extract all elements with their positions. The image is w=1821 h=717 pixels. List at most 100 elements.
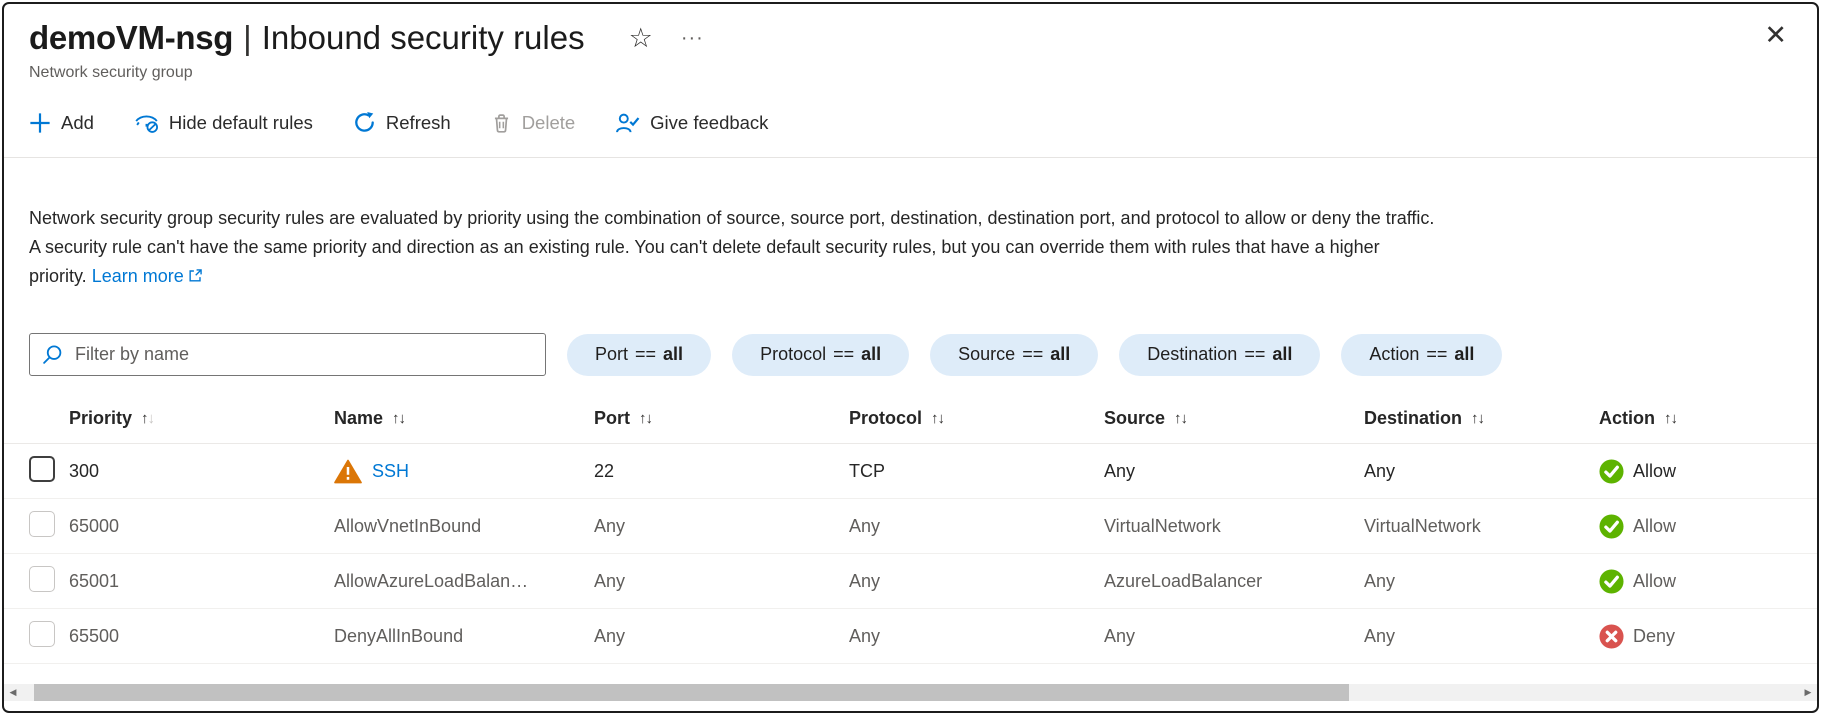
cell-name: AllowVnetInBound	[334, 516, 594, 537]
table-row[interactable]: 65500 DenyAllInBound Any Any Any Any Den…	[4, 609, 1817, 664]
cell-name: AllowAzureLoadBalan…	[334, 571, 594, 592]
cell-port: Any	[594, 570, 626, 591]
cell-name: SSH	[334, 459, 594, 484]
cell-source: AzureLoadBalancer	[1104, 570, 1263, 591]
sort-icon: ↑↓	[1174, 409, 1188, 427]
hide-default-rules-label: Hide default rules	[168, 111, 313, 133]
scroll-left-button[interactable]: ◀	[4, 684, 22, 701]
cell-destination: Any	[1364, 460, 1396, 481]
cell-checkbox	[29, 510, 69, 542]
cell-priority: 300	[69, 460, 100, 481]
filter-bar: Port==all Protocol==all Source==all Dest…	[29, 333, 1817, 376]
allow-icon	[1599, 458, 1624, 484]
add-button[interactable]: Add	[29, 112, 94, 134]
filter-pill-action[interactable]: Action == all	[1341, 333, 1503, 376]
description-text: Network security group security rules ar…	[29, 204, 1792, 292]
refresh-label: Refresh	[385, 111, 451, 133]
cell-protocol: Any	[849, 515, 881, 536]
allow-icon	[1599, 513, 1624, 539]
scrollbar-track[interactable]	[22, 684, 1799, 701]
row-checkbox[interactable]	[29, 565, 55, 592]
column-header-port[interactable]: Port ↑↓	[594, 408, 849, 429]
column-header-name[interactable]: Name ↑↓	[334, 408, 594, 429]
rule-name-text: DenyAllInBound	[334, 625, 464, 646]
rule-name-link[interactable]: SSH	[372, 461, 409, 482]
filter-pill-source[interactable]: Source == all	[930, 333, 1099, 376]
resource-name: demoVM-nsg	[29, 19, 234, 56]
column-header-destination[interactable]: Destination ↑↓	[1364, 408, 1599, 429]
column-header-protocol[interactable]: Protocol ↑↓	[849, 408, 1104, 429]
refresh-button[interactable]: Refresh	[353, 111, 451, 134]
page-title: demoVM-nsg | Inbound security rules	[29, 18, 585, 58]
cell-port: 22	[594, 460, 615, 481]
toolbar-divider	[4, 157, 1817, 158]
cell-source: Any	[1104, 625, 1136, 646]
warning-icon	[334, 459, 362, 484]
cell-action: Deny	[1599, 623, 1817, 649]
rule-name-text: AllowVnetInBound	[334, 515, 482, 536]
plus-icon	[29, 112, 51, 134]
row-checkbox[interactable]	[29, 510, 55, 537]
allow-icon	[1599, 568, 1624, 594]
scroll-right-icon: ▶	[1804, 687, 1812, 697]
resource-type-subtitle: Network security group	[29, 64, 193, 81]
filter-pill-destination[interactable]: Destination == all	[1119, 333, 1321, 376]
cell-protocol: Any	[849, 570, 881, 591]
give-feedback-button[interactable]: Give feedback	[615, 112, 768, 134]
ellipsis-icon: ···	[680, 27, 704, 49]
close-icon: ✕	[1764, 20, 1787, 50]
filter-pill-port[interactable]: Port == all	[567, 333, 712, 376]
sort-icon: ↑↓	[1471, 409, 1485, 427]
add-label: Add	[61, 111, 94, 133]
cell-priority: 65001	[69, 570, 120, 591]
cell-destination: Any	[1364, 570, 1396, 591]
sort-icon: ↑↓	[931, 409, 945, 427]
column-header-source[interactable]: Source ↑↓	[1104, 408, 1364, 429]
favorite-star-button[interactable]: ☆	[629, 24, 653, 52]
cell-source: Any	[1104, 460, 1136, 481]
give-feedback-label: Give feedback	[650, 111, 769, 133]
header: demoVM-nsg | Inbound security rules ☆ ··· …	[29, 18, 1817, 58]
table-row[interactable]: 300 SSH 22 TCP Any Any Allow	[4, 444, 1817, 499]
close-button[interactable]: ✕	[1764, 20, 1787, 51]
cell-port: Any	[594, 515, 626, 536]
description-line-2: A security rule can't have the same prio…	[29, 237, 1380, 257]
deny-icon	[1599, 623, 1624, 649]
column-header-action[interactable]: Action ↑↓	[1599, 408, 1817, 429]
learn-more-link[interactable]: Learn more	[92, 266, 203, 286]
horizontal-scrollbar: ◀ ▶	[4, 684, 1817, 701]
blade-name: Inbound security rules	[261, 19, 585, 56]
more-options-button[interactable]: ···	[681, 28, 704, 48]
table-row[interactable]: 65000 AllowVnetInBound Any Any VirtualNe…	[4, 499, 1817, 554]
cell-priority: 65500	[69, 625, 120, 646]
description-line-3: priority. Learn more	[29, 262, 1792, 292]
filter-pill-protocol[interactable]: Protocol == all	[732, 333, 910, 376]
row-checkbox[interactable]	[29, 455, 55, 482]
delete-button[interactable]: Delete	[491, 112, 575, 134]
cell-action: Allow	[1599, 568, 1817, 594]
column-header-priority[interactable]: Priority ↑↓	[69, 408, 334, 429]
table-row[interactable]: 65001 AllowAzureLoadBalan… Any Any Azure…	[4, 554, 1817, 609]
title-separator: |	[243, 19, 252, 56]
description-line-1: Network security group security rules ar…	[29, 208, 1435, 228]
table-header-row: Priority ↑↓ Name ↑↓ Port ↑↓ Protocol ↑↓ …	[4, 393, 1817, 444]
scrollbar-thumb[interactable]	[34, 684, 1349, 701]
sort-icon: ↑↓	[392, 409, 406, 427]
trash-icon	[491, 112, 512, 134]
hide-default-rules-button[interactable]: Hide default rules	[134, 112, 313, 134]
row-checkbox[interactable]	[29, 620, 55, 647]
cell-checkbox	[29, 620, 69, 652]
scroll-right-button[interactable]: ▶	[1799, 684, 1817, 701]
sort-icon: ↑↓	[639, 409, 653, 427]
eye-hide-icon	[134, 112, 159, 134]
cell-checkbox	[29, 565, 69, 597]
search-icon	[42, 344, 63, 365]
sort-icon: ↑↓	[141, 409, 155, 427]
cell-name: DenyAllInBound	[334, 626, 594, 647]
external-link-icon	[188, 267, 203, 287]
command-bar: Add Hide default rules Refresh Delete Gi…	[29, 107, 1817, 138]
cell-priority: 65000	[69, 515, 120, 536]
filter-by-name-input[interactable]	[73, 343, 533, 366]
cell-action: Allow	[1599, 458, 1817, 484]
cell-port: Any	[594, 625, 626, 646]
